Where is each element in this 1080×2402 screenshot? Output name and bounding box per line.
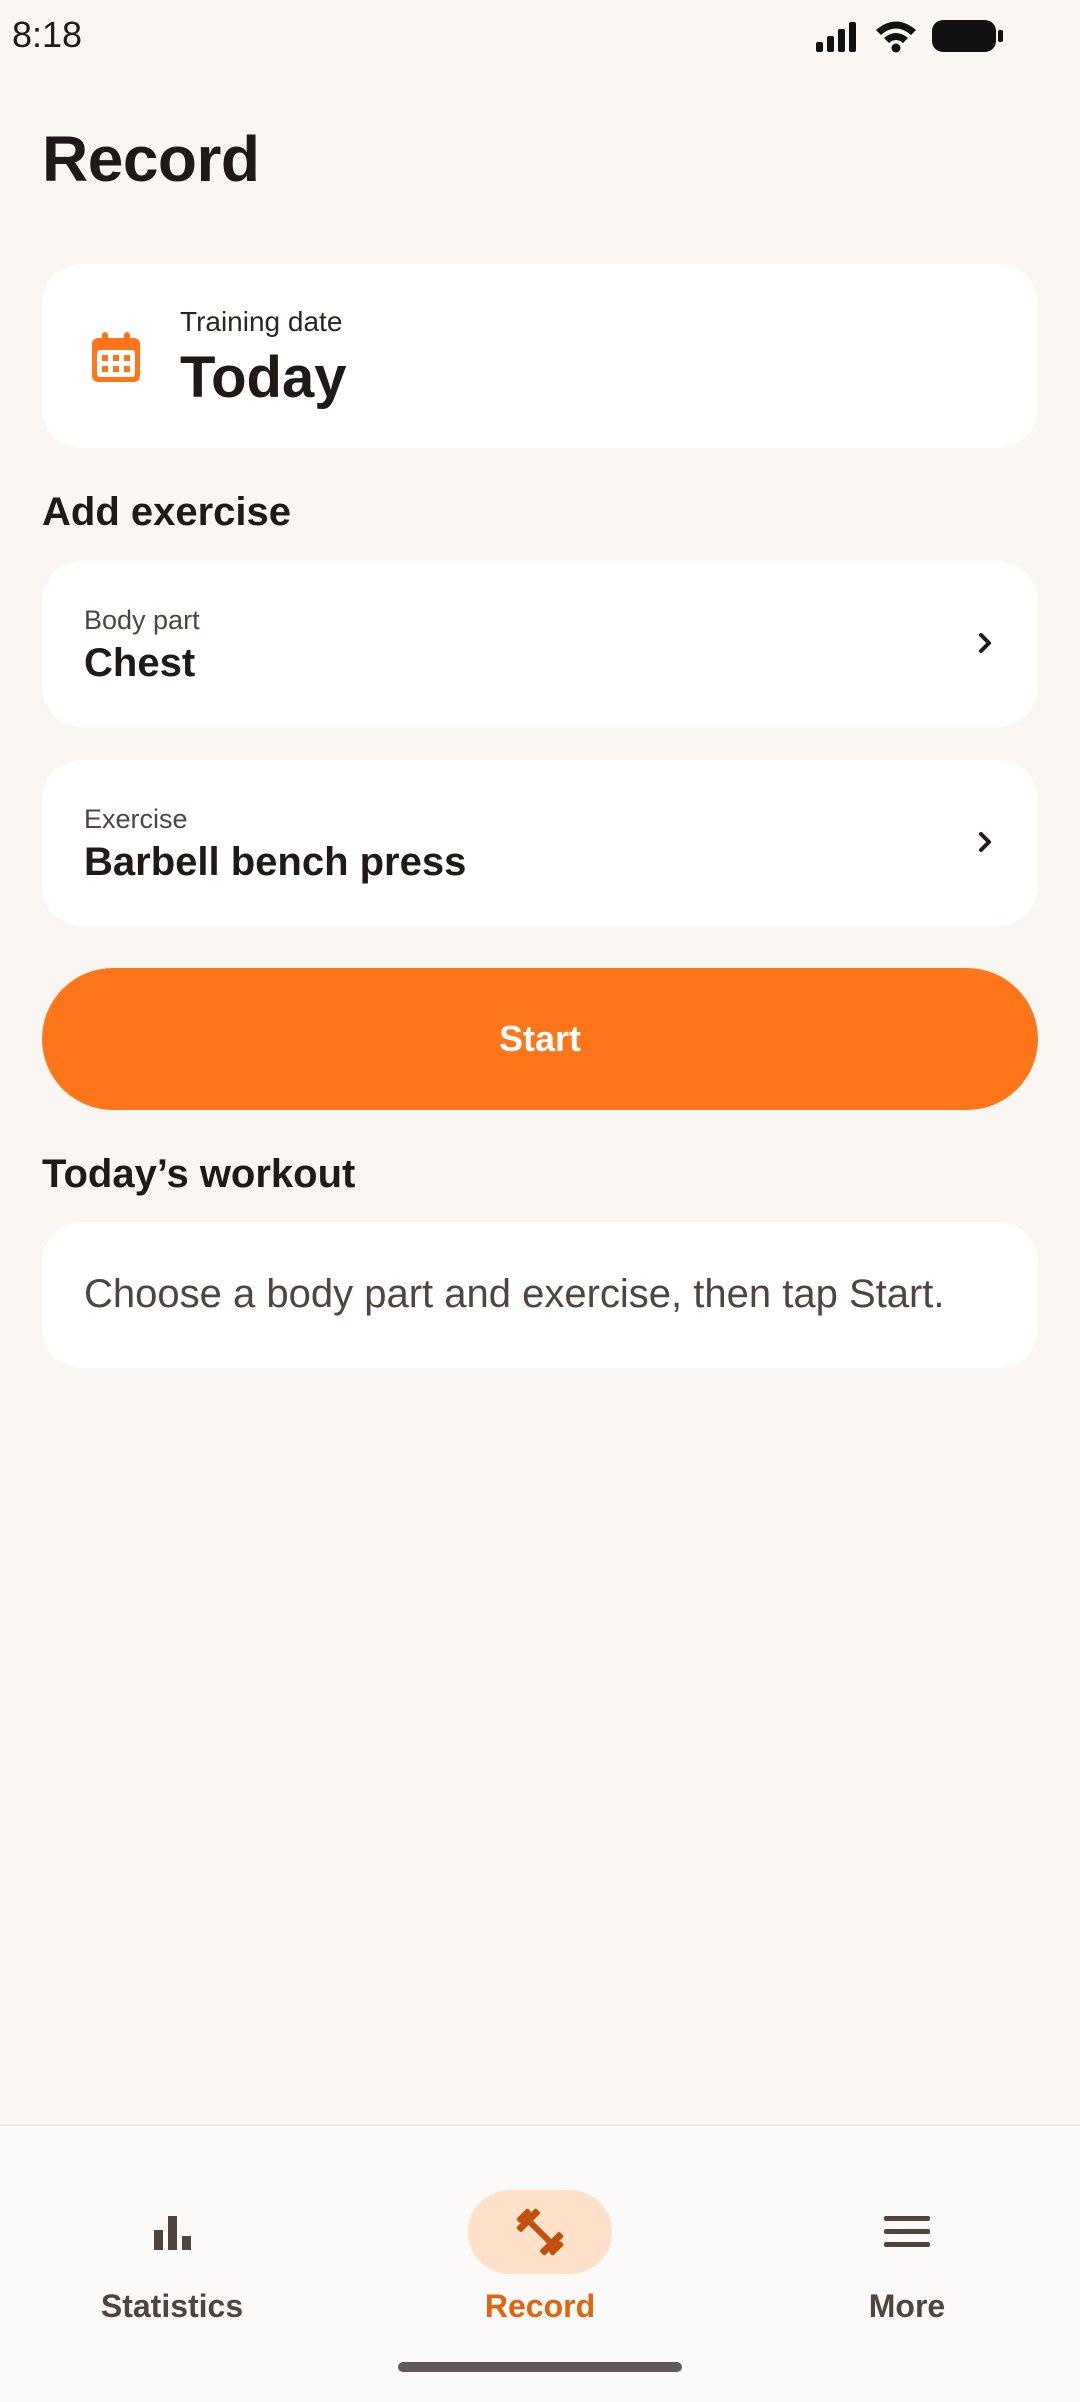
battery-icon	[932, 20, 1003, 52]
status-time: 8:18	[12, 14, 83, 55]
signal-icon	[816, 22, 856, 52]
calendar-icon	[92, 332, 140, 382]
todays-workout-title: Today’s workout	[42, 1152, 356, 1196]
exercise-selector[interactable]: Exercise Barbell bench press	[42, 760, 1038, 926]
nav-icon-wrap	[100, 2190, 244, 2274]
nav-label-statistics: Statistics	[100, 2288, 244, 2324]
nav-icon-wrap	[468, 2190, 612, 2274]
exercise-value: Barbell bench press	[84, 840, 467, 884]
page-title: Record	[42, 123, 260, 195]
status-bar: 8:18	[0, 0, 1080, 72]
nav-item-statistics[interactable]: Statistics	[52, 2158, 292, 2324]
training-date-label: Training date	[180, 306, 343, 337]
body-part-selector[interactable]: Body part Chest	[42, 561, 1038, 727]
nav-label-record: Record	[484, 2288, 596, 2324]
exercise-label: Exercise	[84, 804, 188, 834]
menu-icon	[884, 2216, 930, 2247]
todays-workout-empty-card: Choose a body part and exercise, then ta…	[42, 1222, 1038, 1368]
training-date-card[interactable]: Training date Today	[42, 264, 1038, 448]
empty-state-message: Choose a body part and exercise, then ta…	[84, 1272, 945, 1316]
training-date-value: Today	[180, 345, 347, 410]
nav-item-more[interactable]: More	[787, 2158, 1027, 2324]
nav-icon-wrap	[835, 2190, 979, 2274]
bottom-navigation: Statistics Record More	[0, 2124, 1080, 2402]
chevron-right-icon	[979, 832, 991, 852]
dumbbell-icon	[516, 2208, 564, 2256]
add-exercise-title: Add exercise	[42, 490, 292, 534]
chevron-right-icon	[979, 633, 991, 653]
body-part-label: Body part	[84, 605, 200, 635]
bar-chart-icon	[154, 2216, 191, 2250]
nav-item-record[interactable]: Record	[420, 2158, 660, 2324]
body-part-value: Chest	[84, 641, 196, 685]
wifi-icon	[876, 21, 916, 53]
start-button[interactable]: Start	[42, 968, 1038, 1110]
nav-label-more: More	[868, 2288, 946, 2324]
status-icons	[816, 18, 1004, 54]
home-indicator[interactable]	[398, 2362, 682, 2372]
